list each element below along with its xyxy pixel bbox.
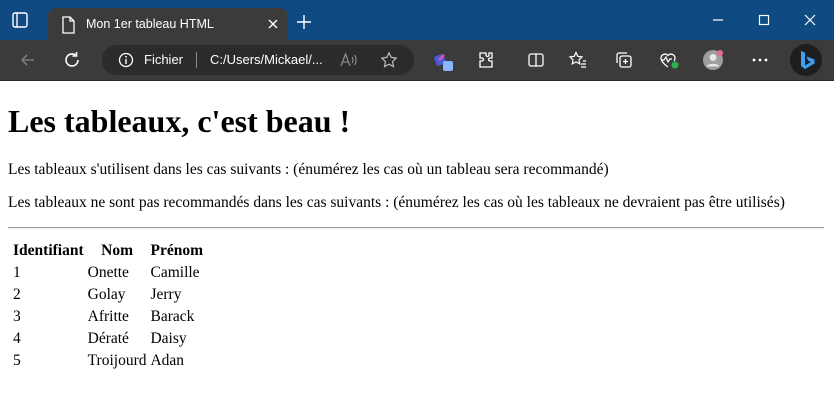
performance-icon[interactable] xyxy=(658,50,679,70)
paragraph-not-recommended: Les tableaux ne sont pas recommandés dan… xyxy=(8,194,785,211)
profile-icon[interactable] xyxy=(702,49,724,71)
collections-icon[interactable] xyxy=(614,50,634,70)
new-tab-icon[interactable] xyxy=(296,14,312,30)
paragraph-recommended: Les tableaux s'utilisent dans les cas su… xyxy=(8,161,609,178)
refresh-icon[interactable] xyxy=(62,50,82,70)
table-row: 1 Onette Camille xyxy=(12,263,204,283)
page-icon xyxy=(60,16,76,34)
column-header: Identifiant xyxy=(13,242,84,259)
more-icon[interactable] xyxy=(750,50,770,70)
cell-prenom: Adan xyxy=(150,352,185,369)
cell-prenom: Camille xyxy=(150,264,200,281)
address-divider xyxy=(196,52,197,68)
favorite-icon[interactable] xyxy=(380,51,398,69)
window-close-icon[interactable] xyxy=(802,12,818,28)
info-icon[interactable] xyxy=(118,52,134,68)
cell-nom: Dératé xyxy=(87,330,129,347)
table-header-row: Identifiant Nom Prénom xyxy=(12,241,204,261)
cell-prenom: Jerry xyxy=(150,286,182,303)
maximize-icon[interactable] xyxy=(756,12,772,28)
column-header: Prénom xyxy=(150,242,203,259)
cell-nom: Afritte xyxy=(87,308,129,325)
cell-nom: Troijourd xyxy=(87,352,147,369)
close-icon[interactable] xyxy=(266,17,280,31)
cell-nom: Onette xyxy=(87,264,129,281)
table-row: 3 Afritte Barack xyxy=(12,307,204,327)
minimize-icon[interactable] xyxy=(710,12,726,28)
extensions-icon[interactable] xyxy=(476,50,496,70)
people-table: Identifiant Nom Prénom 1 Onette Camille … xyxy=(10,239,206,373)
cell-prenom: Barack xyxy=(150,308,195,325)
cell-id: 2 xyxy=(13,286,21,303)
extension-color-icon[interactable] xyxy=(432,50,453,71)
address-scheme: Fichier xyxy=(144,52,184,67)
table-row: 5 Troijourd Adan xyxy=(12,351,204,371)
back-icon[interactable] xyxy=(18,50,38,70)
split-screen-icon[interactable] xyxy=(526,50,546,70)
favorites-icon[interactable] xyxy=(568,50,588,70)
browser-toolbar: Fichier C:/Users/Mickael/... xyxy=(0,40,834,81)
cell-id: 4 xyxy=(13,330,21,347)
table-row: 4 Dératé Daisy xyxy=(12,329,204,349)
cell-prenom: Daisy xyxy=(150,330,187,347)
horizontal-rule xyxy=(8,227,824,229)
bing-icon[interactable] xyxy=(790,44,822,76)
tab-title: Mon 1er tableau HTML xyxy=(86,17,214,31)
cell-id: 5 xyxy=(13,352,21,369)
address-bar[interactable]: Fichier C:/Users/Mickael/... xyxy=(102,45,414,75)
table-row: 2 Golay Jerry xyxy=(12,285,204,305)
cell-id: 1 xyxy=(13,264,21,281)
tab-actions-icon[interactable] xyxy=(10,10,30,30)
cell-id: 3 xyxy=(13,308,21,325)
page-heading: Les tableaux, c'est beau ! xyxy=(8,103,351,139)
column-header: Nom xyxy=(101,242,133,259)
title-bar: Mon 1er tableau HTML xyxy=(0,0,834,41)
cell-nom: Golay xyxy=(87,286,126,303)
active-tab[interactable]: Mon 1er tableau HTML xyxy=(48,8,288,41)
page-content: Les tableaux, c'est beau ! Les tableaux … xyxy=(0,81,834,407)
read-aloud-icon[interactable] xyxy=(340,52,358,68)
address-url[interactable]: C:/Users/Mickael/... xyxy=(210,52,323,67)
